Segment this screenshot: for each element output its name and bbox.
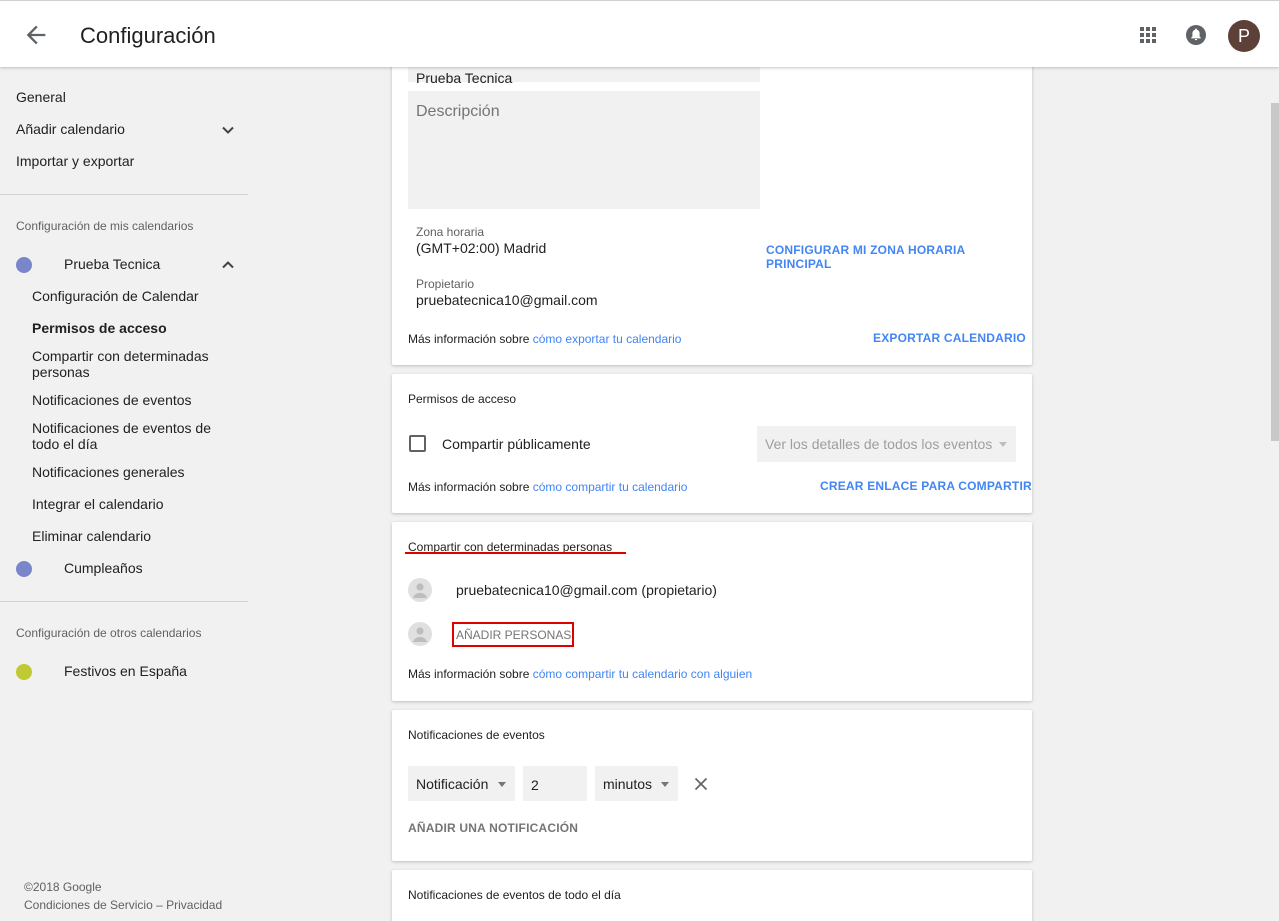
dropdown-arrow-icon xyxy=(999,442,1007,447)
sidebar-divider xyxy=(0,194,248,195)
info-prefix: Más información sobre xyxy=(408,480,530,494)
back-arrow-icon[interactable] xyxy=(22,21,50,49)
notification-type-select[interactable]: Notificación xyxy=(408,766,515,801)
top-app-bar: Configuración P xyxy=(0,0,1279,67)
sidebar-item-event-notifications[interactable]: Notificaciones de eventos xyxy=(32,392,232,408)
notification-type-value: Notificación xyxy=(416,776,489,792)
calendar-color-dot xyxy=(16,257,32,273)
sidebar-item-access-permissions[interactable]: Permisos de acceso xyxy=(32,320,232,336)
access-permissions-title: Permisos de acceso xyxy=(408,392,517,406)
sidebar-item-integrate-calendar[interactable]: Integrar el calendario xyxy=(32,496,232,512)
share-someone-help-link[interactable]: cómo compartir tu calendario con alguien xyxy=(533,667,752,681)
account-avatar[interactable]: P xyxy=(1228,20,1260,52)
other-calendars-section-label: Configuración de otros calendarios xyxy=(16,626,202,640)
sidebar-item-calendar-settings[interactable]: Configuración de Calendar xyxy=(32,288,232,304)
notifications-bell-icon[interactable] xyxy=(1184,23,1208,47)
set-primary-timezone-button[interactable]: CONFIGURAR MI ZONA HORARIA PRINCIPAL xyxy=(766,243,1032,271)
remove-notification-close-icon[interactable] xyxy=(693,776,709,792)
sidebar-item-general-notifications[interactable]: Notificaciones generales xyxy=(32,464,232,480)
export-help-link[interactable]: cómo exportar tu calendario xyxy=(533,332,682,346)
calendar-color-dot xyxy=(16,664,32,680)
owner-share-entry: pruebatecnica10@gmail.com (propietario) xyxy=(456,582,717,598)
allday-notifications-title: Notificaciones de eventos de todo el día xyxy=(408,888,621,902)
sidebar-item-share-people[interactable]: Compartir con determinadas personas xyxy=(32,348,232,380)
sidebar-item-add-calendar[interactable]: Añadir calendario xyxy=(16,121,125,137)
event-notifications-title: Notificaciones de eventos xyxy=(408,728,545,742)
owner-value: pruebatecnica10@gmail.com xyxy=(416,292,598,308)
page-title: Configuración xyxy=(80,23,216,48)
apps-grid-icon[interactable] xyxy=(1137,24,1159,46)
notification-unit-value: minutos xyxy=(603,776,653,792)
share-info-text: Más información sobre cómo compartir tu … xyxy=(408,480,687,494)
dropdown-arrow-icon xyxy=(498,782,506,787)
create-share-link-button[interactable]: CREAR ENLACE PARA COMPARTIR xyxy=(820,479,1032,493)
share-help-link[interactable]: cómo compartir tu calendario xyxy=(533,480,688,494)
visibility-select-value: Ver los detalles de todos los eventos xyxy=(765,436,993,452)
share-people-info-text: Más información sobre cómo compartir tu … xyxy=(408,667,752,681)
info-prefix: Más información sobre xyxy=(408,332,530,346)
person-icon xyxy=(408,578,432,602)
share-publicly-checkbox[interactable] xyxy=(409,435,426,452)
dropdown-arrow-icon xyxy=(661,782,669,787)
allday-notifications-card: Notificaciones de eventos de todo el día xyxy=(392,870,1032,921)
sidebar-item-allday-notifications[interactable]: Notificaciones de eventos de todo el día xyxy=(32,420,232,452)
timezone-label: Zona horaria xyxy=(416,225,485,239)
description-textarea[interactable]: Descripción xyxy=(408,91,760,209)
sidebar-calendar-prueba-tecnica[interactable]: Prueba Tecnica xyxy=(64,256,160,272)
person-icon xyxy=(408,622,432,646)
info-prefix: Más información sobre xyxy=(408,667,530,681)
timezone-value: (GMT+02:00) Madrid xyxy=(416,240,547,256)
export-calendar-button[interactable]: EXPORTAR CALENDARIO xyxy=(873,331,1026,345)
event-notifications-card: Notificaciones de eventos Notificación 2… xyxy=(392,710,1032,861)
sidebar-calendar-cumpleanos[interactable]: Cumpleaños xyxy=(64,560,143,576)
share-people-card: Compartir con determinadas personas prue… xyxy=(392,522,1032,701)
description-placeholder: Descripción xyxy=(416,103,500,120)
calendar-color-dot xyxy=(16,561,32,577)
chevron-down-icon[interactable] xyxy=(220,122,236,138)
notification-amount-value: 2 xyxy=(531,777,539,793)
settings-sidebar: General Añadir calendario Importar y exp… xyxy=(0,67,248,921)
calendar-name-value: Prueba Tecnica xyxy=(416,70,513,86)
sidebar-item-delete-calendar[interactable]: Eliminar calendario xyxy=(32,528,232,544)
sidebar-divider xyxy=(0,601,248,602)
my-calendars-section-label: Configuración de mis calendarios xyxy=(16,219,194,233)
footer-links: Condiciones de Servicio – Privacidad xyxy=(24,898,222,912)
sidebar-item-general[interactable]: General xyxy=(16,89,66,105)
add-notification-button[interactable]: AÑADIR UNA NOTIFICACIÓN xyxy=(408,821,578,835)
scrollbar-thumb[interactable] xyxy=(1271,103,1279,441)
privacy-link[interactable]: Privacidad xyxy=(166,898,222,912)
footer-separator: – xyxy=(156,898,163,912)
red-underline-annotation xyxy=(405,552,626,554)
export-info-text: Más información sobre cómo exportar tu c… xyxy=(408,332,681,346)
sidebar-calendar-festivos[interactable]: Festivos en España xyxy=(64,663,187,679)
visibility-select[interactable]: Ver los detalles de todos los eventos xyxy=(757,426,1016,462)
share-publicly-label: Compartir públicamente xyxy=(442,436,591,452)
notification-amount-input[interactable]: 2 xyxy=(523,766,587,801)
chevron-up-icon[interactable] xyxy=(220,257,236,273)
owner-label: Propietario xyxy=(416,277,475,291)
terms-link[interactable]: Condiciones de Servicio xyxy=(24,898,153,912)
add-people-button[interactable]: AÑADIR PERSONAS xyxy=(456,628,571,642)
access-permissions-card: Permisos de acceso Compartir públicament… xyxy=(392,374,1032,513)
notification-unit-select[interactable]: minutos xyxy=(595,766,678,801)
calendar-settings-card: Prueba Tecnica Descripción Zona horaria … xyxy=(392,40,1032,365)
copyright: ©2018 Google xyxy=(24,880,102,894)
sidebar-item-import-export[interactable]: Importar y exportar xyxy=(16,153,134,169)
